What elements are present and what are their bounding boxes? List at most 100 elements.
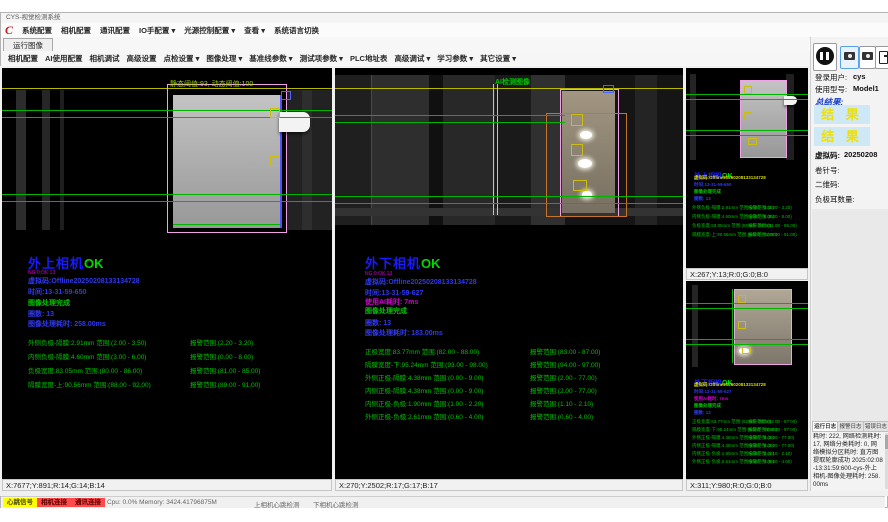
roi-box-orange	[546, 113, 627, 217]
tab-strip: 运行图像	[1, 37, 809, 52]
camera-live-button[interactable]	[840, 46, 859, 69]
image-texture	[690, 74, 696, 160]
process-time: 图像处理耗时: 258.00ms	[28, 321, 106, 328]
toolbar-item-10[interactable]: 学习参数 ▾	[437, 53, 473, 64]
toolbar-item-1[interactable]: AI使用配置	[45, 53, 83, 64]
measure-line	[686, 135, 808, 136]
thumbnail-view-top[interactable]: 外上相机OK 虚拟码:Offline20250208133134728 时间:1…	[686, 68, 808, 268]
status-comm-chip: 通讯连接	[71, 498, 105, 507]
measurement-row: 内侧正极-隔膜:4.38mm 范围:(0.00 - 9.00)报警范围:(2.0…	[692, 443, 806, 451]
alarm-range: 报警范围:(81.00 - 85.00)	[748, 223, 797, 229]
measurement-row: 外侧正极-负极:2.61mm 范围:(0.60 - 4.00)报警范围:(0.6…	[692, 459, 806, 467]
image-texture	[42, 90, 50, 230]
menu-bar: C 系统配置相机配置通讯配置IO手配置 ▾光源控制配置 ▾查看 ▾系统语言切换	[1, 23, 888, 38]
tab-count-label: 负极耳数量:	[815, 194, 855, 205]
toolbar-item-6[interactable]: 基准线参数 ▾	[249, 53, 292, 64]
toolbar-item-7[interactable]: 测试项参数 ▾	[300, 53, 343, 64]
log-tab-1[interactable]: 报警日志	[837, 421, 862, 432]
titlebar: CYS-视觉检测系统	[1, 13, 888, 23]
detect-mark	[738, 321, 746, 329]
toolbar-item-4[interactable]: 点检设置 ▾	[164, 53, 200, 64]
alarm-range: 报警范围:(2.00 - 77.00)	[748, 443, 794, 449]
measurement-row: 正极宽度:83.77mm 范围:(82.00 - 88.00)报警范围:(83.…	[692, 419, 806, 427]
measurement-value: 内侧正极-隔膜:4.38mm 范围:(0.00 - 9.00)	[365, 388, 483, 395]
alarm-range: 报警范围:(0.00 - 8.00)	[748, 214, 792, 220]
alarm-range: 报警范围:(2.00 - 77.00)	[748, 435, 794, 441]
menu-item-2[interactable]: 通讯配置	[100, 25, 130, 36]
capture-time: 时间:13-31-59-650	[28, 289, 86, 296]
measure-line	[335, 122, 565, 123]
reference-line-yellow	[335, 88, 683, 89]
measurement-row: 隔膜宽度-下:95.24mm 范围:(93.00 - 98.00)报警范围:(9…	[692, 427, 806, 435]
image-texture	[692, 285, 698, 367]
toolbar-item-11[interactable]: 其它设置 ▾	[480, 53, 516, 64]
toolbar-item-9[interactable]: 高级调试 ▾	[394, 53, 430, 64]
menu-item-5[interactable]: 查看 ▾	[244, 25, 265, 36]
detect-mark	[742, 347, 751, 354]
measure-line	[686, 94, 808, 95]
virtual-code: 虚拟码:Offline20250208133134728	[694, 383, 766, 388]
snapshot-button[interactable]	[859, 46, 876, 69]
toolbar-item-3[interactable]: 高级设置	[127, 53, 157, 64]
measure-line	[335, 115, 565, 116]
menu-item-6[interactable]: 系统语言切换	[274, 25, 319, 36]
status-heartbeat-chip: 心跳信号	[3, 498, 37, 507]
image-texture	[60, 90, 64, 230]
measurement-row: 外侧正极-隔膜:4.38mm 范围:(0.00 - 9.00)报警范围:(2.0…	[365, 372, 675, 385]
tab-run-image[interactable]: 运行图像	[3, 38, 53, 52]
alarm-range: 报警范围:(94.00 - 97.00)	[748, 427, 797, 433]
measurement-value: 内侧正极-负极:1.90mm 范围:(1.00 - 2.20)	[365, 401, 483, 408]
camera-result-title: 外下相机OK	[365, 256, 441, 272]
image-texture	[302, 90, 312, 230]
model-value: Model1	[853, 84, 879, 93]
camera-name: 外下相机	[365, 256, 421, 271]
alarm-range: 报警范围:(89.00 - 91.00)	[190, 379, 260, 389]
measurement-row: 隔膜宽度-下:95.24mm 范围:(93.00 - 98.00)报警范围:(9…	[365, 359, 675, 372]
measure-line	[686, 339, 808, 340]
needle-number-label: 卷针号:	[815, 165, 840, 176]
detect-mark	[603, 85, 614, 93]
result-box-1: 结 果	[814, 105, 870, 124]
pause-button[interactable]	[813, 43, 837, 71]
menu-item-3[interactable]: IO手配置 ▾	[139, 25, 175, 36]
capture-time: 时间:13-31-59-627	[694, 390, 732, 395]
login-user-label: 登录用户:	[815, 72, 847, 83]
measure-line	[173, 224, 280, 225]
toolbar-item-2[interactable]: 相机调试	[90, 53, 120, 64]
measurement-value: 负极宽度:83.05mm 范围:(80.00 - 86.00)	[28, 368, 142, 375]
toolbar-item-5[interactable]: 图像处理 ▾	[206, 53, 242, 64]
menu-item-4[interactable]: 光源控制配置 ▾	[184, 25, 235, 36]
coords-bar-left: X:7677;Y:891;R:14;G:14;B:14	[2, 479, 332, 491]
log-tab-2[interactable]: 错误日志	[863, 421, 888, 432]
exit-button[interactable]	[875, 46, 888, 69]
measure-line	[2, 110, 332, 111]
menu-item-1[interactable]: 相机配置	[61, 25, 91, 36]
thumbnail-view-bottom[interactable]: 外下相机OK 虚拟码:Offline20250208133134728 时间:1…	[686, 281, 808, 479]
measurement-row: 负极宽度:83.05mm 范围:(80.00 - 86.00)报警范围:(81.…	[692, 223, 806, 232]
measure-line	[335, 196, 683, 197]
toolbar-item-0[interactable]: 相机配置	[8, 53, 38, 64]
measurement-value: 正极宽度:83.77mm 范围:(82.00 - 88.00)	[365, 349, 479, 356]
toolbar-item-8[interactable]: PLC地址表	[350, 53, 388, 64]
alarm-range: 报警范围:(1.10 - 2.10)	[530, 398, 593, 408]
measurement-list: 外侧负极-隔膜:2.91mm 范围:(2.00 - 3.50)报警范围:(2.2…	[692, 205, 806, 241]
turn-count: 圈数: 13	[694, 411, 711, 416]
log-tabs: 运行日志报警日志错误日志	[812, 421, 888, 432]
camera-view-center[interactable]: AI检测图像 外下相机OK NG:0;OK:13 虚拟码:Offline2025…	[335, 68, 683, 479]
detect-mark	[744, 112, 752, 120]
exit-arrow-icon	[884, 55, 888, 57]
detect-mark	[571, 114, 583, 126]
log-tab-0[interactable]: 运行日志	[812, 421, 837, 432]
measurement-row: 内侧正极-隔膜:4.38mm 范围:(0.00 - 9.00)报警范围:(2.0…	[365, 385, 675, 398]
ai-time: 使用AI耗时: 7ms	[694, 397, 728, 402]
alarm-range: 报警范围:(2.00 - 77.00)	[530, 372, 597, 382]
measure-line	[686, 308, 808, 309]
battery-cell-region	[173, 95, 282, 228]
alarm-range: 报警范围:(81.00 - 85.00)	[190, 365, 260, 375]
turn-count: 圈数: 13	[28, 311, 54, 318]
camera-view-left[interactable]: 静态阈值:93, 动态阈值:100 外上相机OK NG:0;OK:13 虚拟码:…	[2, 68, 332, 479]
alarm-range: 报警范围:(83.00 - 87.00)	[748, 419, 797, 425]
menu-item-0[interactable]: 系统配置	[22, 25, 52, 36]
virtual-code-label: 虚拟码:	[815, 150, 840, 161]
detect-mark	[573, 180, 587, 191]
